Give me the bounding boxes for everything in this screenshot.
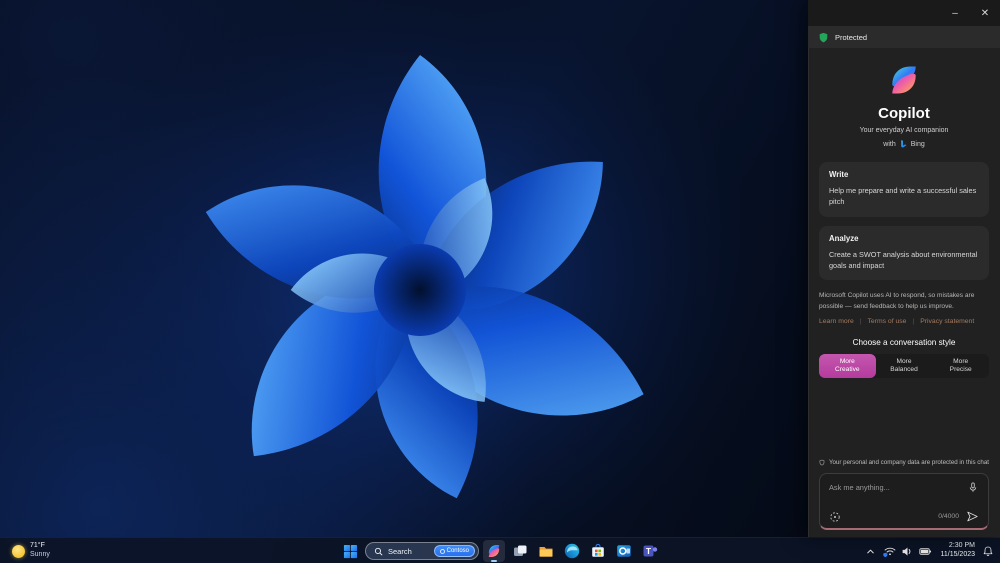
minimize-button[interactable]: –	[940, 0, 970, 26]
suggestion-card-write[interactable]: Write Help me prepare and write a succes…	[819, 162, 989, 217]
weather-condition: Sunny	[30, 551, 50, 558]
microphone-icon[interactable]	[967, 481, 979, 494]
style-label-bottom: Balanced	[890, 366, 918, 374]
outlook-icon	[617, 545, 631, 557]
with-bing-row: with Bing	[819, 139, 989, 149]
file-explorer-icon	[539, 547, 553, 557]
suggestion-card-analyze[interactable]: Analyze Create a SWOT analysis about env…	[819, 225, 989, 281]
protected-label: Protected	[835, 32, 868, 42]
copilot-title: Copilot	[878, 105, 930, 122]
learn-more-link[interactable]: Learn more	[819, 318, 854, 325]
bing-label: Bing	[910, 140, 925, 148]
taskbar: 71°F Sunny Search Contoso T 2:30 PM 11/1…	[0, 537, 1000, 563]
card-title: Write	[829, 170, 849, 179]
privacy-note-text: Your personal and company data are prote…	[828, 459, 989, 466]
shield-outline-icon	[819, 459, 825, 466]
add-image-icon[interactable]	[829, 511, 841, 523]
search-box[interactable]: Search Contoso	[365, 542, 479, 560]
taskbar-app-edge[interactable]	[561, 540, 583, 562]
search-highlight-badge[interactable]: Contoso	[433, 545, 475, 557]
ai-disclaimer: Microsoft Copilot uses AI to respond, so…	[819, 292, 975, 310]
tray-date: 11/15/2023	[940, 551, 975, 558]
copilot-icon	[486, 543, 502, 559]
battery-icon	[919, 547, 932, 555]
send-icon[interactable]	[966, 510, 979, 523]
volume-icon	[903, 546, 911, 556]
search-label: Search	[388, 546, 412, 556]
link-separator: |	[912, 318, 915, 326]
style-label-bottom: Creative	[835, 366, 860, 374]
chat-input[interactable]	[829, 483, 963, 492]
style-more-precise[interactable]: More Precise	[932, 354, 989, 378]
privacy-statement-link[interactable]: Privacy statement	[920, 318, 974, 325]
taskbar-app-copilot[interactable]	[483, 540, 505, 562]
store-icon	[592, 543, 604, 557]
notifications-bell-icon[interactable]	[982, 545, 994, 558]
clock[interactable]: 2:30 PM 11/15/2023	[940, 542, 975, 560]
style-more-balanced[interactable]: More Balanced	[876, 354, 933, 378]
taskbar-app-file-explorer[interactable]	[535, 540, 557, 562]
style-label-top: More	[839, 357, 855, 365]
card-title: Analyze	[829, 233, 859, 243]
search-icon	[374, 547, 383, 555]
copilot-panel: – ✕ Protected Copilot Your everyday AI c…	[808, 0, 1000, 537]
protected-bar: Protected	[808, 26, 1000, 48]
svg-text:T: T	[646, 546, 652, 556]
style-more-creative[interactable]: More Creative	[819, 354, 876, 379]
conversation-style-heading: Choose a conversation style	[852, 338, 956, 348]
taskbar-app-store[interactable]	[587, 540, 609, 562]
badge-label: Contoso	[446, 548, 469, 554]
privacy-note: Your personal and company data are prote…	[819, 458, 989, 467]
wifi-icon	[883, 547, 896, 557]
weather-widget[interactable]: 71°F Sunny	[6, 538, 56, 563]
taskbar-app-task-view[interactable]	[509, 540, 531, 562]
conversation-style-selector: More Creative More Balanced More Precise	[819, 354, 989, 379]
windows-logo-icon	[343, 544, 357, 558]
style-label-bottom: Precise	[949, 366, 972, 374]
tray-time: 2:30 PM	[948, 542, 975, 550]
shield-icon	[819, 32, 828, 42]
quick-settings[interactable]	[883, 545, 933, 558]
close-button[interactable]: ✕	[970, 0, 1000, 26]
link-separator: |	[859, 318, 862, 326]
chat-input-box[interactable]: 0/4000	[819, 473, 989, 530]
hidden-icons-chevron-icon[interactable]	[865, 546, 876, 557]
copilot-subtitle: Your everyday AI companion	[859, 127, 949, 134]
style-label-top: More	[953, 357, 969, 365]
sunny-icon	[12, 544, 25, 558]
edge-icon	[564, 543, 580, 559]
panel-body: Copilot Your everyday AI companion with …	[808, 48, 1000, 537]
with-label: with	[883, 140, 896, 148]
task-view-icon	[514, 545, 527, 556]
teams-icon: T	[643, 545, 658, 557]
taskbar-app-outlook[interactable]	[613, 540, 635, 562]
taskbar-app-teams[interactable]: T	[639, 540, 661, 562]
terms-of-use-link[interactable]: Terms of use	[868, 318, 907, 325]
wallpaper-bloom	[80, 0, 760, 560]
card-body: Create a SWOT analysis about environment…	[829, 249, 978, 270]
bing-icon	[900, 140, 907, 148]
screen: – ✕ Protected Copilot Your everyday AI c…	[0, 0, 1000, 563]
legal-links: Learn more | Terms of use | Privacy stat…	[819, 318, 989, 325]
weather-temperature: 71°F	[30, 542, 45, 550]
char-counter: 0/4000	[938, 513, 959, 520]
badge-icon	[439, 548, 445, 554]
start-button[interactable]	[339, 540, 361, 562]
style-label-top: More	[896, 357, 912, 365]
card-body: Help me prepare and write a successful s…	[829, 186, 977, 207]
panel-titlebar: – ✕	[808, 0, 1000, 26]
copilot-logo	[886, 62, 922, 98]
